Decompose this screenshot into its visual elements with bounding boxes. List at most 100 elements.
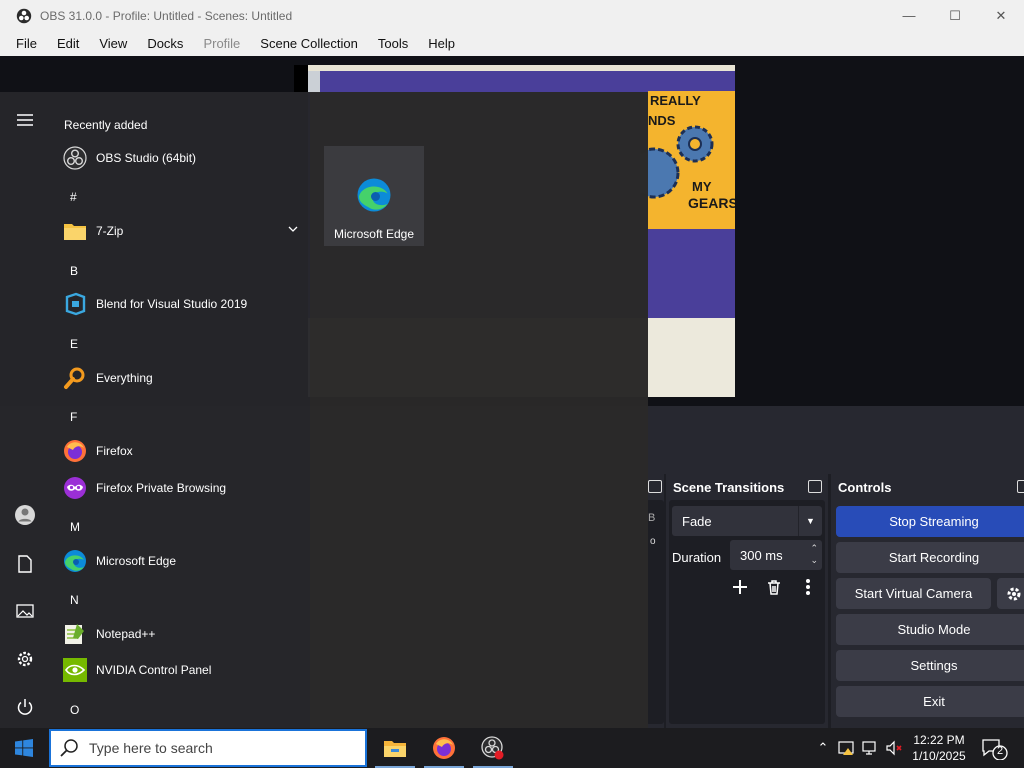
scene-transitions-dock: Scene Transitions Fade ▼ Duration 300 ms… xyxy=(666,474,828,728)
taskbar-obs[interactable] xyxy=(469,728,517,768)
settings-icon[interactable] xyxy=(13,647,37,671)
partial-dock: B o xyxy=(646,474,664,728)
app-blend-visual-studio[interactable]: Blend for Visual Studio 2019 xyxy=(62,286,302,322)
app-7-zip[interactable]: 7-Zip xyxy=(62,213,302,249)
clock-time: 12:22 PM xyxy=(913,733,965,747)
app-firefox[interactable]: Firefox xyxy=(62,433,302,469)
duration-label: Duration xyxy=(672,550,722,565)
search-icon xyxy=(60,739,78,757)
app-label: Microsoft Edge xyxy=(96,554,177,568)
windows-logo-icon xyxy=(15,739,33,757)
menu-help[interactable]: Help xyxy=(418,36,465,51)
app-label: Notepad++ xyxy=(96,627,156,641)
preview-edge xyxy=(294,65,308,92)
obs-logo-icon xyxy=(16,8,32,23)
add-transition-button[interactable] xyxy=(727,574,753,600)
partial-dock-header xyxy=(646,474,664,500)
spin-arrows[interactable]: ⌃ ⌄ xyxy=(810,542,818,566)
taskbar-firefox[interactable] xyxy=(420,728,468,768)
search-box[interactable] xyxy=(49,729,367,767)
stop-streaming-button[interactable]: Stop Streaming xyxy=(836,506,1024,537)
start-recording-button[interactable]: Start Recording xyxy=(836,542,1024,573)
app-obs-studio[interactable]: OBS Studio (64bit) xyxy=(62,140,302,176)
duration-value: 300 ms xyxy=(740,547,783,563)
partial-dock-body: B o xyxy=(646,500,664,724)
chevron-up-icon[interactable]: ⌃ xyxy=(813,738,833,758)
scene-transitions-title: Scene Transitions xyxy=(673,479,785,495)
documents-icon[interactable] xyxy=(13,552,37,576)
tile-microsoft-edge[interactable]: Microsoft Edge xyxy=(324,146,424,246)
letter-header[interactable]: E xyxy=(70,337,78,351)
ethernet-icon[interactable] xyxy=(861,738,881,758)
magnifier-icon xyxy=(62,365,88,391)
maximize-button[interactable]: ☐ xyxy=(932,0,978,31)
recently-added-header: Recently added xyxy=(64,118,148,132)
app-firefox-private[interactable]: Firefox Private Browsing xyxy=(62,470,302,506)
firefox-icon xyxy=(433,737,455,759)
transition-select[interactable]: Fade ▼ xyxy=(672,506,822,536)
folder-icon xyxy=(62,218,88,244)
app-nvidia-control-panel[interactable]: NVIDIA Control Panel xyxy=(62,652,302,688)
scene-transitions-header: Scene Transitions xyxy=(666,474,828,500)
notification-icon xyxy=(982,739,1008,761)
menu-docks[interactable]: Docks xyxy=(137,36,193,51)
duration-spinbox[interactable]: 300 ms ⌃ ⌄ xyxy=(730,540,822,570)
menu-edit[interactable]: Edit xyxy=(47,36,89,51)
system-clock[interactable]: 12:22 PM 1/10/2025 xyxy=(908,732,970,764)
app-everything[interactable]: Everything xyxy=(62,360,302,396)
letter-header[interactable]: B xyxy=(70,264,78,278)
search-input[interactable] xyxy=(89,740,349,756)
menu-view[interactable]: View xyxy=(89,36,137,51)
menu-tools[interactable]: Tools xyxy=(368,36,418,51)
start-rail xyxy=(0,92,50,728)
app-microsoft-edge[interactable]: Microsoft Edge xyxy=(62,543,302,579)
tiles-area: Microsoft Edge xyxy=(310,92,648,728)
clock-date: 1/10/2025 xyxy=(912,749,966,763)
letter-header[interactable]: F xyxy=(70,410,77,424)
partial-dock-letter: B xyxy=(648,512,656,524)
notification-center-button[interactable]: 2 xyxy=(978,736,1010,761)
float-dock-icon[interactable] xyxy=(808,480,822,493)
start-button[interactable] xyxy=(0,728,48,768)
trash-icon xyxy=(768,580,780,595)
menu-profile[interactable]: Profile xyxy=(193,36,250,51)
menu-file[interactable]: File xyxy=(6,36,47,51)
virtual-camera-settings-button[interactable] xyxy=(997,578,1024,609)
obs-icon xyxy=(62,145,88,171)
transition-properties-button[interactable] xyxy=(795,574,821,600)
sign-text-3: MY xyxy=(692,179,712,194)
app-notepad-plus-plus[interactable]: Notepad++ xyxy=(62,616,302,652)
window-title: OBS 31.0.0 - Profile: Untitled - Scenes:… xyxy=(40,8,293,23)
letter-header[interactable]: O xyxy=(70,703,79,717)
blend-icon xyxy=(62,291,88,317)
taskbar-file-explorer[interactable] xyxy=(371,728,419,768)
start-virtual-camera-button[interactable]: Start Virtual Camera xyxy=(836,578,991,609)
menu-scene-collection[interactable]: Scene Collection xyxy=(250,36,368,51)
minimize-button[interactable]: — xyxy=(886,0,932,31)
settings-button[interactable]: Settings xyxy=(836,650,1024,681)
network-warning-icon[interactable] xyxy=(837,738,857,758)
controls-title: Controls xyxy=(838,479,892,495)
power-icon[interactable] xyxy=(13,695,37,719)
pictures-icon[interactable] xyxy=(13,599,37,623)
hamburger-menu-icon[interactable] xyxy=(13,108,37,132)
float-dock-icon[interactable] xyxy=(648,480,662,493)
chevron-down-icon: ▼ xyxy=(798,506,822,536)
letter-header[interactable]: M xyxy=(70,520,80,534)
remove-transition-button[interactable] xyxy=(761,574,787,600)
gear-icon xyxy=(1007,587,1021,600)
exit-button[interactable]: Exit xyxy=(836,686,1024,717)
studio-mode-button[interactable]: Studio Mode xyxy=(836,614,1024,645)
file-explorer-icon xyxy=(384,741,406,757)
preview-wall xyxy=(308,71,320,93)
volume-muted-icon[interactable] xyxy=(885,738,905,758)
letter-header[interactable]: N xyxy=(70,593,79,607)
close-button[interactable]: ✕ xyxy=(978,0,1024,31)
more-vertical-icon xyxy=(806,579,810,595)
user-account-icon[interactable] xyxy=(13,503,37,527)
scene-transitions-body: Fade ▼ Duration 300 ms ⌃ ⌄ xyxy=(669,500,825,724)
chevron-down-icon[interactable] xyxy=(288,224,298,234)
float-dock-icon[interactable] xyxy=(1017,480,1024,493)
edge-icon xyxy=(62,548,88,574)
letter-header[interactable]: # xyxy=(70,190,77,204)
